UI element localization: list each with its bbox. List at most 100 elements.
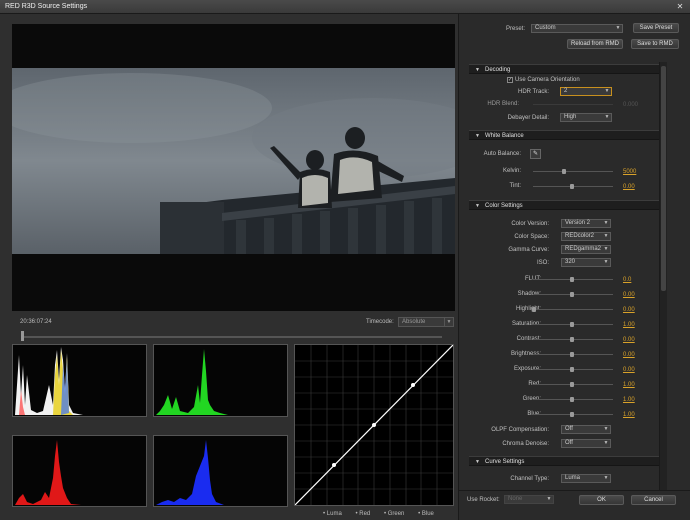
hdr-track-select[interactable]: 2 ▼ [560,87,612,96]
color-slider-value[interactable]: 0.0 [623,277,631,283]
settings-scrollbar[interactable] [659,62,667,502]
timecode-value: 20:36:07:24 [20,319,52,325]
debayer-detail-select[interactable]: High ▼ [560,113,612,122]
color-slider-value[interactable]: 1.00 [623,322,635,328]
channel-blue[interactable]: • Blue [418,511,440,517]
color-slider-thumb[interactable] [532,307,536,312]
tint-value[interactable]: 0.00 [623,184,635,190]
timecode-select[interactable]: Absolute ▼ [398,317,454,327]
use-rocket-select: None ▼ [504,495,554,504]
color-version-value: Version 2 [565,220,591,226]
timeline-scrubber[interactable] [22,336,442,338]
channel-type-value: Luma [565,475,581,481]
chroma-denoise-label: Chroma Denoise: [502,441,549,447]
section-decoding[interactable]: ▼ Decoding [469,64,666,74]
chevron-down-icon: ▼ [546,496,552,502]
channel-luma[interactable]: • Luma [323,511,348,517]
tint-label: Tint: [509,183,521,189]
kelvin-value[interactable]: 5000 [623,169,636,175]
chevron-down-icon: ▼ [603,233,609,239]
collapse-triangle-icon: ▼ [475,133,480,139]
curve-editor[interactable] [294,344,454,506]
eyedropper-icon[interactable]: ✎ [530,149,541,159]
color-slider-label: FLUT: [479,276,541,282]
ok-button[interactable]: OK [579,495,624,505]
color-slider-thumb[interactable] [570,292,574,297]
color-slider-label: Red: [479,381,541,387]
color-slider-label: Exposure: [513,366,541,372]
save-preset-button[interactable]: Save Preset [633,23,679,33]
section-decoding-title: Decoding [485,67,511,73]
hdr-blend-slider [533,104,613,105]
color-slider-value[interactable]: 1.00 [623,397,635,403]
channel-type-label: Channel Type: [510,476,549,482]
timecode-label: Timecode: [366,319,394,325]
color-slider-thumb[interactable] [570,352,574,357]
preset-select[interactable]: Custom ▼ [531,24,623,33]
use-camera-orientation-checkbox[interactable]: ✓ [507,77,513,83]
video-preview [12,24,455,311]
scrollbar-thumb[interactable] [661,66,666,291]
section-curve-settings-title: Curve Settings [485,459,525,465]
tint-slider-thumb[interactable] [570,184,574,189]
section-white-balance[interactable]: ▼ White Balance [469,130,666,140]
settings-panel: Preset: Custom ▼ Save Preset Reload from… [458,14,690,520]
histogram-green-graph [156,349,228,415]
close-icon[interactable]: ✕ [674,2,686,12]
scrubber-handle[interactable] [21,331,24,341]
section-white-balance-title: White Balance [485,133,524,139]
color-space-select[interactable]: REDcolor2 ▼ [561,232,611,241]
channel-green[interactable]: • Green [384,511,410,517]
channel-green-label: Green [387,511,405,517]
video-frame-image [12,68,455,254]
channel-red-label: Red [359,511,371,517]
color-slider-value[interactable]: 1.00 [623,412,635,418]
section-color-settings-title: Color Settings [485,203,523,209]
reload-from-rmd-button[interactable]: Reload from RMD [567,39,623,49]
color-slider-thumb[interactable] [570,277,574,282]
channel-red[interactable]: • Red [355,511,376,517]
debayer-detail-value: High [564,114,577,120]
kelvin-slider-thumb[interactable] [562,169,566,174]
color-slider-track[interactable] [533,309,613,310]
auto-balance-label: Auto Balance: [483,151,521,157]
channel-luma-label: Luma [326,511,342,517]
preset-label: Preset: [506,26,526,32]
color-slider-label: Saturation: [511,321,541,327]
section-color-settings[interactable]: ▼ Color Settings [469,200,666,210]
color-slider-value[interactable]: 0.00 [623,367,635,373]
color-slider-thumb[interactable] [570,337,574,342]
olpf-label: OLPF Compensation: [491,427,549,433]
color-slider-thumb[interactable] [570,382,574,387]
iso-select[interactable]: 320 ▼ [561,258,611,267]
save-to-rmd-button[interactable]: Save to RMD [631,39,679,49]
color-slider-value[interactable]: 1.00 [623,382,635,388]
section-curve-settings[interactable]: ▼ Curve Settings [469,456,666,466]
kelvin-slider[interactable] [533,171,613,172]
channel-type-select[interactable]: Luma ▼ [561,474,611,483]
color-slider-value[interactable]: 0.00 [623,352,635,358]
chroma-denoise-select[interactable]: Off ▼ [561,439,611,448]
chevron-down-icon: ▼ [444,318,453,326]
preview-panel: 20:36:07:24 Timecode: Absolute ▼ • Luma … [0,14,458,520]
hdr-track-value: 2 [564,88,568,94]
channel-toggle-row: • Luma • Red • Green • Blue [323,511,446,520]
chevron-down-icon: ▼ [603,246,609,252]
iso-label: ISO: [536,260,549,266]
olpf-select[interactable]: Off ▼ [561,425,611,434]
color-slider-thumb[interactable] [570,412,574,417]
cancel-button[interactable]: Cancel [631,495,676,505]
gamma-curve-select[interactable]: REDgamma2 ▼ [561,245,611,254]
chevron-down-icon: ▼ [603,475,609,481]
color-slider-value[interactable]: 0.00 [623,307,635,313]
color-slider-thumb[interactable] [570,367,574,372]
chevron-down-icon: ▼ [604,114,610,120]
dialog-footer: Use Rocket: None ▼ OK Cancel [459,490,690,520]
color-version-select[interactable]: Version 2 ▼ [561,219,611,228]
color-slider-value[interactable]: 0.00 [623,292,635,298]
timecode-select-value: Absolute [402,319,426,325]
color-slider-value[interactable]: 0.00 [623,337,635,343]
collapse-triangle-icon: ▼ [475,459,480,465]
color-slider-thumb[interactable] [570,322,574,327]
color-slider-thumb[interactable] [570,397,574,402]
